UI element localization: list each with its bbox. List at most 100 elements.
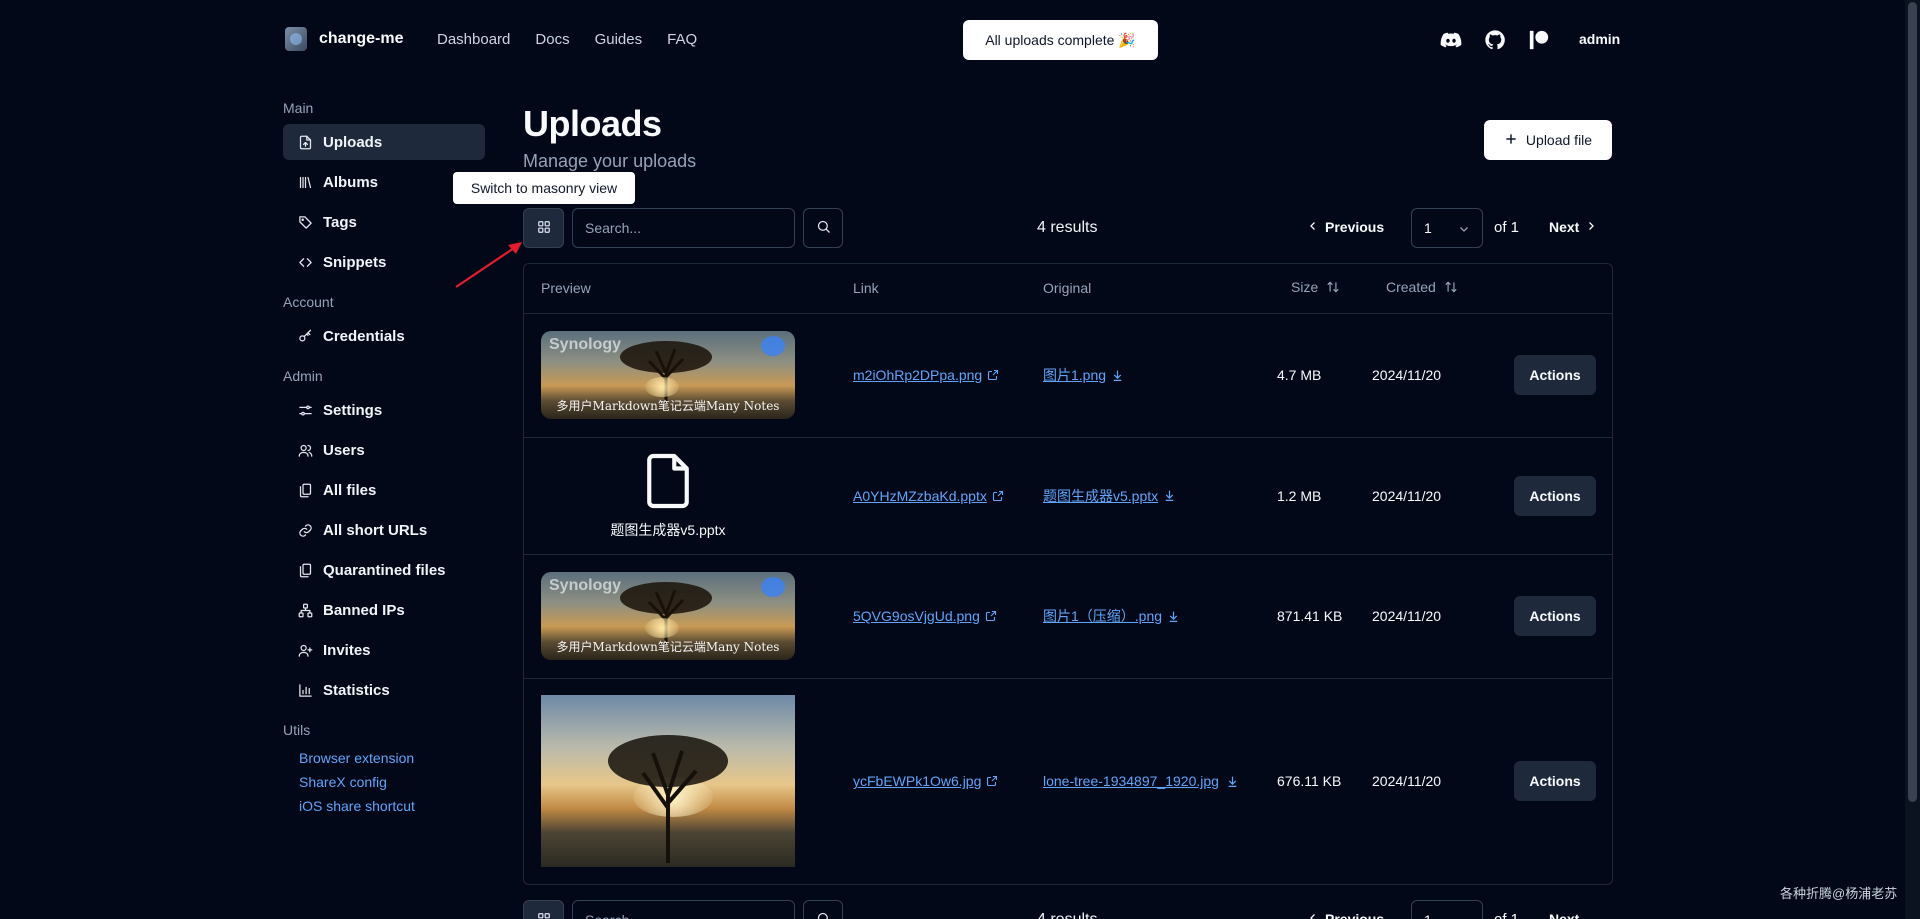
page-select-value: 1 — [1424, 220, 1432, 236]
thumb-caption: 多用户Markdown笔记云端Many Notes — [556, 640, 780, 654]
actions-button[interactable]: Actions — [1514, 596, 1596, 636]
sidebar-item-label: Snippets — [323, 253, 387, 271]
file-preview[interactable]: 题图生成器v5.pptx — [541, 439, 795, 553]
sidebar-section-main: Main — [283, 100, 314, 116]
column-header-size[interactable]: Size — [1255, 264, 1372, 314]
download-icon — [1167, 610, 1180, 623]
sidebar-item-users[interactable]: Users — [283, 432, 485, 468]
upload-file-button[interactable]: Upload file — [1484, 120, 1612, 160]
upload-link[interactable]: A0YHzMZzbaKd.pptx — [853, 488, 987, 504]
sidebar-item-label: Tags — [323, 213, 357, 231]
search-input-bottom[interactable] — [572, 900, 795, 919]
uploads-table: Preview Link Original Size Created Synol… — [523, 263, 1613, 885]
image-preview[interactable]: Synology 多用户Markdown笔记云端Many Notes — [541, 331, 795, 419]
plus-icon — [1504, 132, 1518, 149]
original-link[interactable]: 图片1（压缩）.png — [1043, 606, 1162, 626]
nav-link-dashboard[interactable]: Dashboard — [437, 31, 510, 48]
download-icon — [1226, 775, 1239, 788]
next-page-button-bottom[interactable]: Next — [1549, 911, 1579, 919]
column-header-created[interactable]: Created — [1372, 264, 1514, 314]
image-preview[interactable]: Synology 多用户Markdown笔记云端Many Notes — [541, 572, 795, 660]
preview-cell: Synology 多用户Markdown笔记云端Many Notes — [524, 554, 829, 679]
sidebar-item-label: Settings — [323, 401, 383, 419]
external-link-icon — [986, 775, 998, 787]
search-input[interactable] — [572, 208, 795, 248]
masonry-view-toggle-bottom[interactable] — [523, 900, 564, 919]
upload-link[interactable]: 5QVG9osVjgUd.png — [853, 608, 980, 624]
actions-button[interactable]: Actions — [1514, 761, 1596, 802]
files-icon — [297, 482, 313, 498]
chevron-right-icon — [1585, 219, 1597, 235]
sidebar-item-statistics[interactable]: Statistics — [283, 672, 485, 708]
external-link-icon — [992, 490, 1004, 502]
sidebar-item-label: Invites — [323, 641, 371, 659]
nav-link-faq[interactable]: FAQ — [667, 31, 697, 48]
original-link[interactable]: lone-tree-1934897_1920.jpg — [1043, 773, 1221, 789]
next-page-button[interactable]: Next — [1549, 219, 1597, 235]
sidebar-item-credentials[interactable]: Credentials — [283, 318, 485, 354]
external-link-icon — [985, 610, 997, 622]
actions-button[interactable]: Actions — [1514, 355, 1596, 395]
sidebar-item-invites[interactable]: Invites — [283, 632, 485, 668]
page-subtitle: Manage your uploads — [523, 151, 697, 171]
previous-label: Previous — [1325, 911, 1385, 919]
search-button[interactable] — [803, 208, 843, 248]
watermark: 各种折腾@杨浦老苏 — [1780, 886, 1898, 901]
brand[interactable]: change-me — [285, 27, 403, 51]
nav-link-guides[interactable]: Guides — [595, 31, 643, 48]
sidebar: Main Uploads Albums Tags Snippets Accoun… — [283, 100, 485, 818]
sun-glow — [645, 618, 679, 638]
chevron-down-icon — [1458, 222, 1470, 238]
util-browser-extension[interactable]: Browser extension — [283, 746, 485, 770]
sidebar-item-label: Quarantined files — [323, 561, 446, 579]
page-select[interactable]: 1 — [1411, 208, 1483, 248]
actions-cell: Actions — [1514, 554, 1612, 679]
original-link[interactable]: 题图生成器v5.pptx — [1043, 486, 1158, 506]
table-row: 题图生成器v5.pptx A0YHzMZzbaKd.pptx 题图生成器v5.p… — [524, 437, 1612, 555]
sidebar-item-uploads[interactable]: Uploads — [283, 124, 485, 160]
scrollbar-thumb[interactable] — [1908, 2, 1917, 802]
upload-link[interactable]: ycFbEWPk1Ow6.jpg — [853, 773, 981, 789]
actions-button[interactable]: Actions — [1514, 475, 1596, 516]
uploads-complete-toast: All uploads complete 🎉 — [963, 20, 1158, 60]
upload-link[interactable]: m2iOhRp2DPpa.png — [853, 367, 982, 383]
sidebar-item-settings[interactable]: Settings — [283, 392, 485, 428]
file-preview-label: 题图生成器v5.pptx — [610, 522, 726, 538]
preview-cell — [524, 678, 829, 884]
column-header-actions — [1514, 264, 1612, 314]
page-select-bottom[interactable]: 1 — [1411, 900, 1483, 919]
sidebar-item-banned-ips[interactable]: Banned IPs — [283, 592, 485, 628]
util-ios-share-shortcut[interactable]: iOS share shortcut — [283, 794, 485, 818]
patreon-icon[interactable] — [1527, 28, 1551, 52]
sidebar-item-label: Credentials — [323, 327, 405, 345]
annotation-arrow-icon — [455, 242, 522, 288]
sidebar-item-label: Statistics — [323, 681, 390, 699]
sort-icon — [1326, 280, 1340, 297]
search-button-bottom[interactable] — [803, 900, 843, 919]
link-cell: ycFbEWPk1Ow6.jpg — [829, 678, 1019, 884]
discord-icon[interactable] — [1439, 28, 1463, 52]
previous-page-button-bottom[interactable]: Previous — [1307, 911, 1384, 919]
user-menu[interactable]: admin — [1579, 31, 1620, 47]
nav-link-docs[interactable]: Docs — [535, 31, 569, 48]
created-cell: 2024/11/20 — [1372, 773, 1442, 790]
table-row: ycFbEWPk1Ow6.jpg lone-tree-1934897_1920.… — [524, 678, 1612, 884]
sidebar-item-quarantined-files[interactable]: Quarantined files — [283, 552, 485, 588]
github-icon[interactable] — [1483, 28, 1507, 52]
sidebar-item-all-files[interactable]: All files — [283, 472, 485, 508]
size-cell: 4.7 MB — [1255, 313, 1372, 438]
sidebar-item-tags[interactable]: Tags — [283, 204, 485, 240]
size-cell: 871.41 KB — [1255, 554, 1372, 679]
previous-page-button[interactable]: Previous — [1307, 219, 1384, 235]
image-preview[interactable] — [541, 695, 795, 868]
upload-file-label: Upload file — [1525, 132, 1593, 148]
next-label: Next — [1549, 911, 1580, 919]
table-row: Synology 多用户Markdown笔记云端Many Notes 5QVG9… — [524, 554, 1612, 679]
preview-cell: Synology 多用户Markdown笔记云端Many Notes — [524, 313, 829, 438]
thumb-caption: 多用户Markdown笔记云端Many Notes — [556, 399, 780, 413]
original-link[interactable]: 图片1.png — [1043, 365, 1106, 385]
sun-glow — [645, 377, 679, 397]
sidebar-item-all-short-urls[interactable]: All short URLs — [283, 512, 485, 548]
link-cell: 5QVG9osVjgUd.png — [829, 554, 1019, 679]
util-sharex-config[interactable]: ShareX config — [283, 770, 485, 794]
